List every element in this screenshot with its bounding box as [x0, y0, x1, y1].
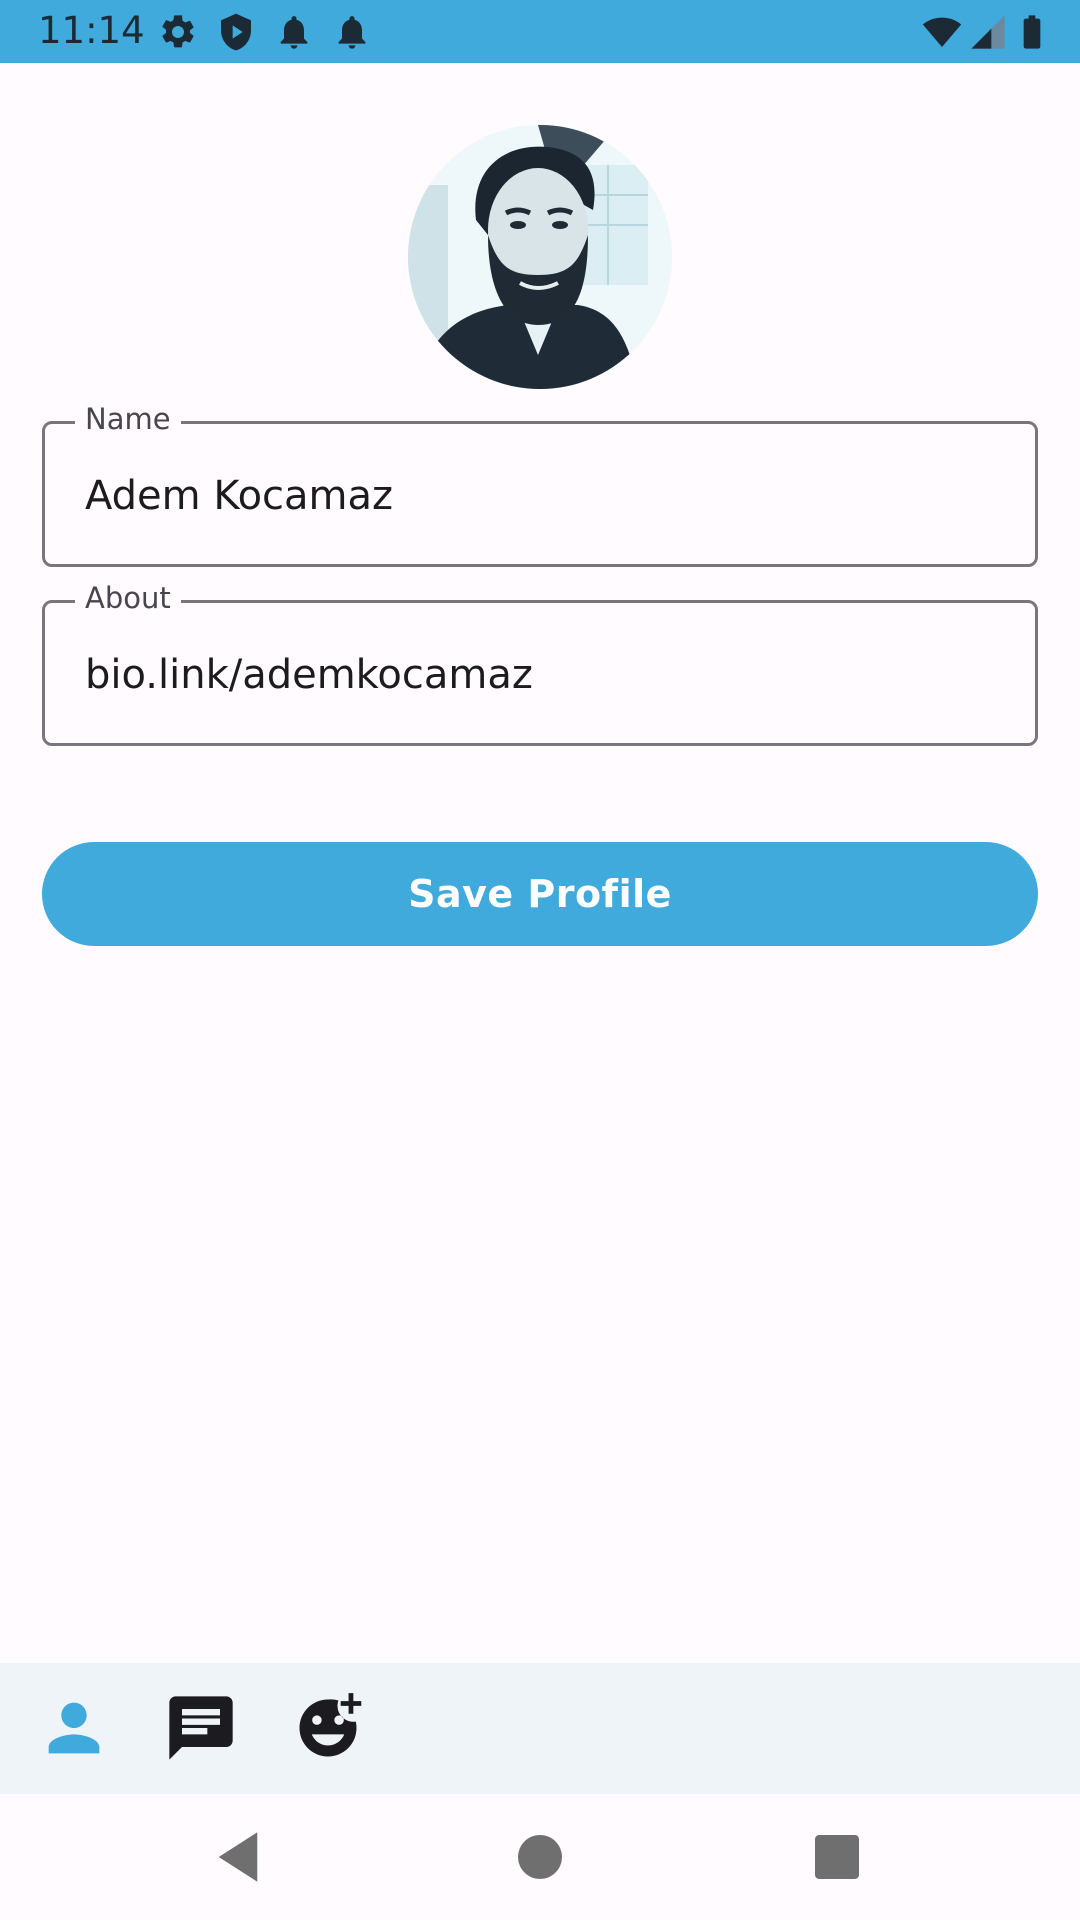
status-time: 11:14 — [38, 9, 145, 52]
status-bar: 11:14 — [0, 0, 1080, 63]
gear-icon — [158, 12, 198, 52]
chat-icon — [169, 1696, 233, 1760]
bell-icon — [274, 12, 314, 52]
home-button[interactable] — [507, 1824, 573, 1890]
about-field[interactable]: About bio.link/ademkocamaz — [42, 576, 1038, 746]
person-icon — [48, 1702, 100, 1754]
name-input[interactable]: Adem Kocamaz — [85, 471, 393, 521]
avatar[interactable] — [408, 125, 672, 389]
wifi-icon — [922, 12, 962, 52]
profile-photo — [408, 125, 672, 389]
save-profile-button[interactable]: Save Profile — [42, 842, 1038, 946]
nav-item-add-reaction[interactable] — [290, 1690, 366, 1766]
home-icon — [518, 1835, 562, 1879]
nav-item-profile[interactable] — [36, 1690, 112, 1766]
about-field-label: About — [75, 576, 181, 620]
name-field-label: Name — [75, 397, 181, 441]
add-reaction-icon — [299, 1693, 362, 1757]
back-icon — [218, 1832, 258, 1882]
battery-icon — [1012, 12, 1052, 52]
save-profile-label: Save Profile — [408, 872, 672, 916]
recents-icon — [815, 1835, 859, 1879]
signal-icon — [968, 12, 1008, 52]
name-field[interactable]: Name Adem Kocamaz — [42, 397, 1038, 567]
back-button[interactable] — [205, 1824, 271, 1890]
system-navigation — [0, 1794, 1080, 1920]
about-input[interactable]: bio.link/ademkocamaz — [85, 650, 533, 700]
recents-button[interactable] — [804, 1824, 870, 1890]
bottom-navigation — [0, 1663, 1080, 1794]
shield-icon — [216, 12, 256, 52]
bell-icon — [332, 12, 372, 52]
nav-item-chats[interactable] — [163, 1690, 239, 1766]
